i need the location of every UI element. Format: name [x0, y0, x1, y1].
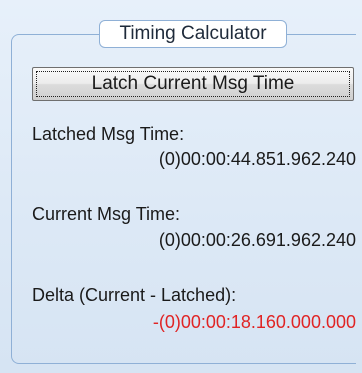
timing-calculator-panel: Timing Calculator Latch Current Msg Time…	[0, 0, 362, 373]
delta-value: -(0)00:00:18.160.000.000	[152, 312, 356, 332]
group-title: Timing Calculator	[99, 20, 287, 48]
latched-msg-time-label: Latched Msg Time:	[32, 124, 185, 144]
current-msg-time-label: Current Msg Time:	[32, 204, 181, 224]
latched-msg-time-value: (0)00:00:44.851.962.240	[158, 149, 356, 169]
latch-current-msg-time-button[interactable]: Latch Current Msg Time	[32, 67, 354, 101]
latch-button-label: Latch Current Msg Time	[36, 71, 350, 97]
delta-label: Delta (Current - Latched):	[32, 285, 237, 305]
current-msg-time-value: (0)00:00:26.691.962.240	[158, 230, 356, 250]
